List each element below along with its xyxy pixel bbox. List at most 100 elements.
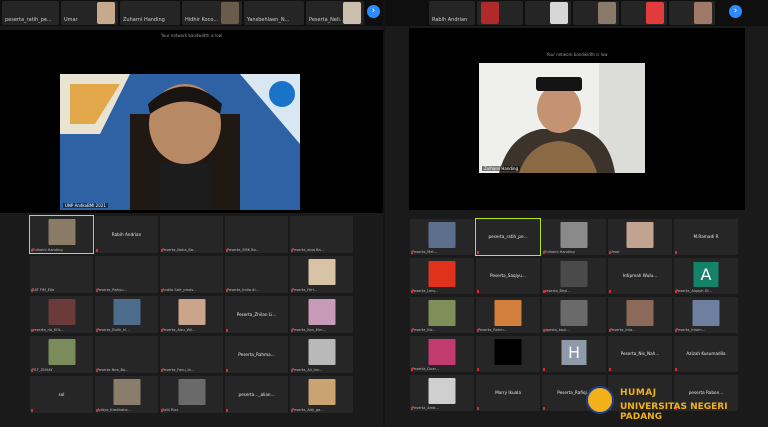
muted-mic-icon	[543, 368, 545, 371]
muted-mic-icon	[291, 409, 293, 412]
participant-video	[48, 219, 75, 245]
participant-tile[interactable]: Peserta_India di...	[225, 256, 288, 293]
participant-tile[interactable]: Azizah Kusumadila	[674, 336, 738, 372]
participant-video	[48, 339, 75, 365]
participant-name: Peserta_Rahyu...	[97, 288, 127, 292]
participant-tile[interactable]: Peserta_Rahyu...	[95, 256, 158, 293]
participant-tile[interactable]: Peserta_Duar...	[410, 336, 474, 372]
participant-tile[interactable]: Peserta_Inta...	[608, 297, 672, 333]
participant-tile[interactable]: Peserta_Nis_Nah...	[608, 336, 672, 372]
strip-tile[interactable]	[573, 1, 619, 25]
participant-tile[interactable]: Peserta_Ali_lan...	[290, 336, 353, 373]
speaker-video: UNP AndkoBMI 2021	[60, 74, 300, 210]
participant-tile[interactable]: peserta_Bayi...	[542, 258, 606, 294]
participant-video	[560, 222, 588, 248]
participant-tile[interactable]: Marry Ikuala	[476, 375, 540, 411]
participant-name: BAT FiM_Ella	[32, 288, 55, 292]
participant-name: Peserta Nea_Bo...	[97, 368, 129, 372]
participant-tile[interactable]: Peserta_Rahm...	[476, 297, 540, 333]
strip-tile-name: Peserta_Neli...	[309, 17, 345, 23]
participant-tile[interactable]: M.Ramadi R	[674, 219, 738, 255]
strip-tile-name: Yansbehlaen_N...	[247, 17, 290, 23]
participant-tile[interactable]: Rabih Andrian	[95, 216, 158, 253]
participant-tile[interactable]: Zulhaini Handing	[29, 215, 94, 254]
participant-tile[interactable]: Peserta_Kan_Elm...	[290, 296, 353, 333]
participant-name: Peserta_Duar...	[412, 367, 440, 371]
participant-tile[interactable]	[476, 336, 540, 372]
strip-tile[interactable]: Zuharni Handing	[120, 1, 180, 25]
avatar: A	[693, 262, 719, 287]
next-page-icon[interactable]: ›	[367, 5, 380, 18]
participant-tile[interactable]: Kalti Rizz	[160, 376, 223, 413]
participant-tile[interactable]: Peserta_Saqiyu...	[476, 258, 540, 294]
muted-mic-icon	[96, 409, 98, 412]
participant-tile[interactable]: Peserta_Fanu_la...	[160, 336, 223, 373]
muted-mic-icon	[161, 289, 163, 292]
participant-name: peserta_Bayi...	[544, 289, 571, 293]
participant-tile[interactable]: H	[542, 336, 606, 372]
participant-tile[interactable]: Peserta_Kiz...	[410, 297, 474, 333]
participant-tile[interactable]: peserta_ria_KOL...	[30, 296, 93, 333]
participant-tile[interactable]: A Peserta_Aiqayh Di...	[674, 258, 738, 294]
strip-tile[interactable]	[525, 1, 571, 25]
watermark-line-2: UNIVERSITAS NEGERI PADANG	[620, 402, 728, 422]
participant-video	[550, 2, 568, 24]
participant-tile[interactable]: Umar	[608, 219, 672, 255]
participant-tile[interactable]: peserta_ratih_pe...	[475, 218, 541, 256]
participant-tile[interactable]: Andila Safr_pmas...	[160, 256, 223, 293]
participant-tile[interactable]: Peserta_Intam...	[674, 297, 738, 333]
participant-tile[interactable]: Peserta_Zhilan Li...	[225, 296, 288, 333]
participant-tile[interactable]: Peserta_Bulih_hi...	[95, 296, 158, 333]
participant-tile[interactable]: Peserta_Mel...	[410, 219, 474, 255]
participant-name: Azizah Kusumadila	[686, 351, 726, 357]
participant-tile[interactable]: PST_ZUHAY	[30, 336, 93, 373]
strip-tile[interactable]: Yansbehlaen_N...	[244, 1, 304, 25]
strip-tile[interactable]	[621, 1, 667, 25]
meeting-window-right: Rabih Andrian › Your network bandwidth i…	[385, 0, 768, 427]
next-page-icon[interactable]: ›	[729, 5, 742, 18]
university-seal-icon	[586, 386, 614, 414]
strip-tile[interactable]: Peserta_Neli...	[306, 1, 364, 25]
participant-video	[343, 2, 361, 24]
strip-tile[interactable]	[669, 1, 715, 25]
participant-tile[interactable]: Intipmah Wulu...	[608, 258, 672, 294]
strip-tile[interactable]: Umar	[61, 1, 118, 25]
gallery-grid: Zulhaini Handing Rabih Andrian Peserta_Nah…	[29, 215, 353, 421]
strip-tile[interactable]: Hidhir Koco...	[182, 1, 242, 25]
strip-tile[interactable]: Rabih Andrian	[429, 1, 475, 25]
participant-strip: Rabih Andrian ›	[385, 0, 768, 26]
participant-name: Peserta_Amb...	[412, 406, 439, 410]
participant-tile[interactable]: BAT FiM_Ella	[30, 256, 93, 293]
muted-mic-icon	[96, 289, 98, 292]
participant-video	[97, 2, 115, 24]
participant-tile[interactable]: Peserta_SMK Bo...	[225, 216, 288, 253]
participant-tile[interactable]: Peserta_Fitri...	[290, 256, 353, 293]
participant-tile[interactable]: Peserta_Naha_Ba...	[160, 216, 223, 253]
participant-tile[interactable]: Aditya_Kreditaha...	[95, 376, 158, 413]
participant-name: Peserta_Aisu_Wil...	[162, 328, 196, 332]
participant-tile[interactable]: Peserta_Aisu_Wil...	[160, 296, 223, 333]
muted-mic-icon	[477, 329, 479, 332]
strip-tile[interactable]	[477, 1, 523, 25]
participant-name: sol	[58, 391, 65, 397]
participant-tile[interactable]: Peserta_Adji_ga...	[290, 376, 353, 413]
muted-mic-icon	[291, 249, 293, 252]
muted-mic-icon	[411, 290, 413, 293]
participant-name: Peserta_aiqa Ba...	[292, 248, 325, 252]
participant-tile[interactable]: Peserta_Rahma...	[225, 336, 288, 373]
muted-mic-icon	[675, 368, 677, 371]
strip-tile[interactable]: peserta_ratih_pe...	[2, 1, 59, 25]
participant-tile[interactable]: Peserta_Leiq...	[410, 258, 474, 294]
participant-tile[interactable]: Peserta Nea_Bo...	[95, 336, 158, 373]
participant-tile[interactable]: Peserta_aiqa Ba...	[290, 216, 353, 253]
participant-tile[interactable]: sol	[30, 376, 93, 413]
participant-tile[interactable]: Zulhaini Handing	[542, 219, 606, 255]
participant-video	[494, 339, 522, 365]
participant-name: Peserta_Zhilan Li...	[236, 311, 277, 317]
participant-tile[interactable]: Peserta_Amb...	[410, 375, 474, 411]
muted-mic-icon	[411, 368, 413, 371]
participant-name: Peserta_Leiq...	[412, 289, 439, 293]
muted-mic-icon	[477, 407, 479, 410]
participant-tile[interactable]: sjpesta_bayi...	[542, 297, 606, 333]
participant-tile[interactable]: peserta..._alian...	[225, 376, 288, 413]
